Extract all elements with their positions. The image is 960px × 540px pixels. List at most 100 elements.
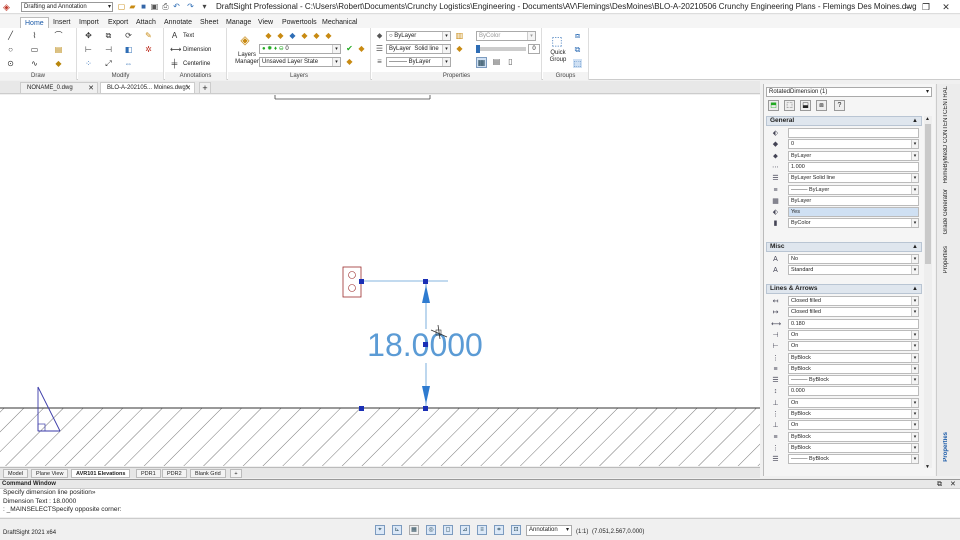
property-value[interactable]: ——— ByLayer ▾ [788,184,919,195]
tab-mechanical[interactable]: Mechanical [318,17,361,28]
quick-select-icon[interactable]: ⬒ [768,100,779,111]
hatch-icon[interactable]: ▤ [54,45,63,54]
property-value[interactable]: 0 ▾ [788,139,919,150]
centerline-button[interactable]: Centerline [183,61,210,67]
drawing-canvas[interactable]: 18.0000 [0,95,760,466]
close-tab-icon[interactable]: ✕ [88,83,94,94]
help-icon[interactable]: ? [834,100,845,111]
tab-import[interactable]: Import [75,17,103,28]
property-value[interactable]: ByBlock ▾ [788,409,919,419]
tab-home[interactable]: Home [20,17,49,28]
group-edit-icon[interactable]: ⧉ [573,45,582,54]
layers-manager-icon[interactable]: ◈ [238,33,252,47]
line-icon[interactable]: ╱ [6,31,15,40]
layer-state-icon[interactable]: ◆ [345,57,354,66]
property-value[interactable]: Closed filled ▾ [788,307,919,318]
circle-icon[interactable]: ○ [6,45,15,54]
ungroup-icon[interactable]: ⧈ [573,31,582,40]
tab-3d-contentcentral[interactable]: 3D CONTENTCENTRAL [943,86,949,152]
chevron-down-icon[interactable]: ▾ [911,421,918,430]
chevron-down-icon[interactable]: ▾ [911,410,918,418]
chevron-down-icon[interactable]: ▾ [911,342,918,351]
rotate-icon[interactable]: ⟳ [124,31,133,40]
chevron-down-icon[interactable]: ▾ [911,376,918,385]
property-value[interactable]: ByBlock ▾ [788,363,919,374]
layer-state-select[interactable]: Unsaved Layer State ▾ [259,57,341,67]
property-value[interactable]: ByBlock ▾ [788,431,919,442]
array-icon[interactable]: ⁘ [84,59,93,68]
float-icon[interactable]: ⧉ [937,480,942,489]
color-select[interactable]: ○ ByLayer ▾ [386,31,451,41]
grid-icon[interactable]: ▦ [409,525,419,535]
tab-powertools[interactable]: Powertools [278,17,321,28]
linestyle-icon[interactable]: ☰ [375,44,384,53]
property-value[interactable]: 1.000 [788,161,919,172]
redo-icon[interactable]: ↷ [186,2,195,11]
section-lines-arrows[interactable]: Lines & Arrows ▲ [766,284,922,294]
rectangle-icon[interactable]: ▭ [30,45,39,54]
tab-sheet[interactable]: Sheet [196,17,222,28]
layer-select[interactable]: ● ✹ ♦ ⊖ 0 ▾ [259,44,341,54]
chevron-down-icon[interactable]: ▾ [911,364,918,373]
new-file-icon[interactable]: ▢ [117,2,126,11]
esnap-icon[interactable]: ◻ [443,525,453,535]
mirror-icon[interactable]: ◧ [124,45,133,54]
add-layout-button[interactable]: + [230,469,242,478]
tab-properties-active[interactable]: Properties [943,432,949,462]
trim-icon[interactable]: ⊢ [84,45,93,54]
lineweight-select[interactable]: ——— ByLayer ▾ [386,57,451,67]
save-icon[interactable]: ■ [139,2,148,11]
color-picker-icon[interactable]: ▥ [455,31,464,40]
property-value[interactable]: ByBlock ▾ [788,442,919,453]
section-misc[interactable]: Misc ▲ [766,242,922,252]
tab-grade-generator[interactable]: Grade Generator [943,189,949,234]
property-value[interactable]: ByLayer [788,195,919,206]
dimension-entity[interactable]: 18.0000 [362,280,483,408]
layer-lock-icon[interactable]: ◆ [300,31,309,40]
quick-group-icon[interactable]: ⬚ [550,34,564,48]
undo-icon[interactable]: ↶ [172,2,181,11]
tab-homebyme[interactable]: HomeByMe [943,152,949,183]
scroll-up-icon[interactable]: ▲ [925,116,930,122]
app-logo-icon[interactable]: ◈ [3,2,17,12]
chevron-down-icon[interactable]: ▾ [911,455,918,464]
tab-export[interactable]: Export [104,17,132,28]
stretch-icon[interactable]: ⇔ [124,59,133,68]
restore-icon[interactable]: ❐ [920,1,932,13]
properties-list-icon[interactable]: ▤ [492,57,501,66]
layout-tab-avr101[interactable]: AVR101 Elevations [71,469,131,478]
workspace-select[interactable]: Drafting and Annotation ▾ [21,2,113,12]
chevron-down-icon[interactable]: ▾ [911,151,918,160]
copy-icon[interactable]: ⧉ [104,31,113,40]
layer-iso-icon[interactable]: ◆ [276,31,285,40]
layer-prev-icon[interactable]: ◆ [264,31,273,40]
property-value[interactable]: ByColor ▾ [788,218,919,229]
plotstyle-select[interactable]: ByColor ▾ [476,31,536,41]
quick-input-icon[interactable]: ⊡ [511,525,521,535]
select-objects-icon[interactable]: ⬚ [784,100,795,111]
property-value[interactable]: 0.180 [788,318,919,329]
layer-off-icon[interactable]: ◆ [312,31,321,40]
ortho-icon[interactable]: ⊾ [392,525,402,535]
layer-walk-icon[interactable]: ◆ [357,44,366,53]
tab-view[interactable]: View [254,17,277,28]
spline-icon[interactable]: ∿ [30,59,39,68]
open-folder-icon[interactable]: ▰ [128,2,137,11]
property-value[interactable]: ByLayer Solid line ▾ [788,173,919,184]
make-current-icon[interactable]: ✔ [345,44,354,53]
extend-icon[interactable]: ⊣ [104,45,113,54]
close-tab-icon[interactable]: ✕ [185,83,191,94]
layout-tab-blank-grid[interactable]: Blank Grid [190,469,226,478]
property-value[interactable]: On ▾ [788,420,919,431]
dimension-button[interactable]: Dimension [183,47,211,53]
close-icon[interactable]: ✕ [950,480,956,489]
tab-attach[interactable]: Attach [132,17,160,28]
section-general[interactable]: General ▲ [766,116,922,126]
property-value[interactable]: ByBlock ▾ [788,352,919,363]
layer-match-icon[interactable]: ◆ [324,31,333,40]
chevron-down-icon[interactable]: ▾ [911,174,918,183]
wall-outlet-symbol[interactable] [342,266,362,298]
save-as-icon[interactable]: ▣ [150,2,159,11]
close-icon[interactable]: ✕ [940,1,952,13]
match-properties-icon[interactable]: ⬥ [375,31,384,40]
